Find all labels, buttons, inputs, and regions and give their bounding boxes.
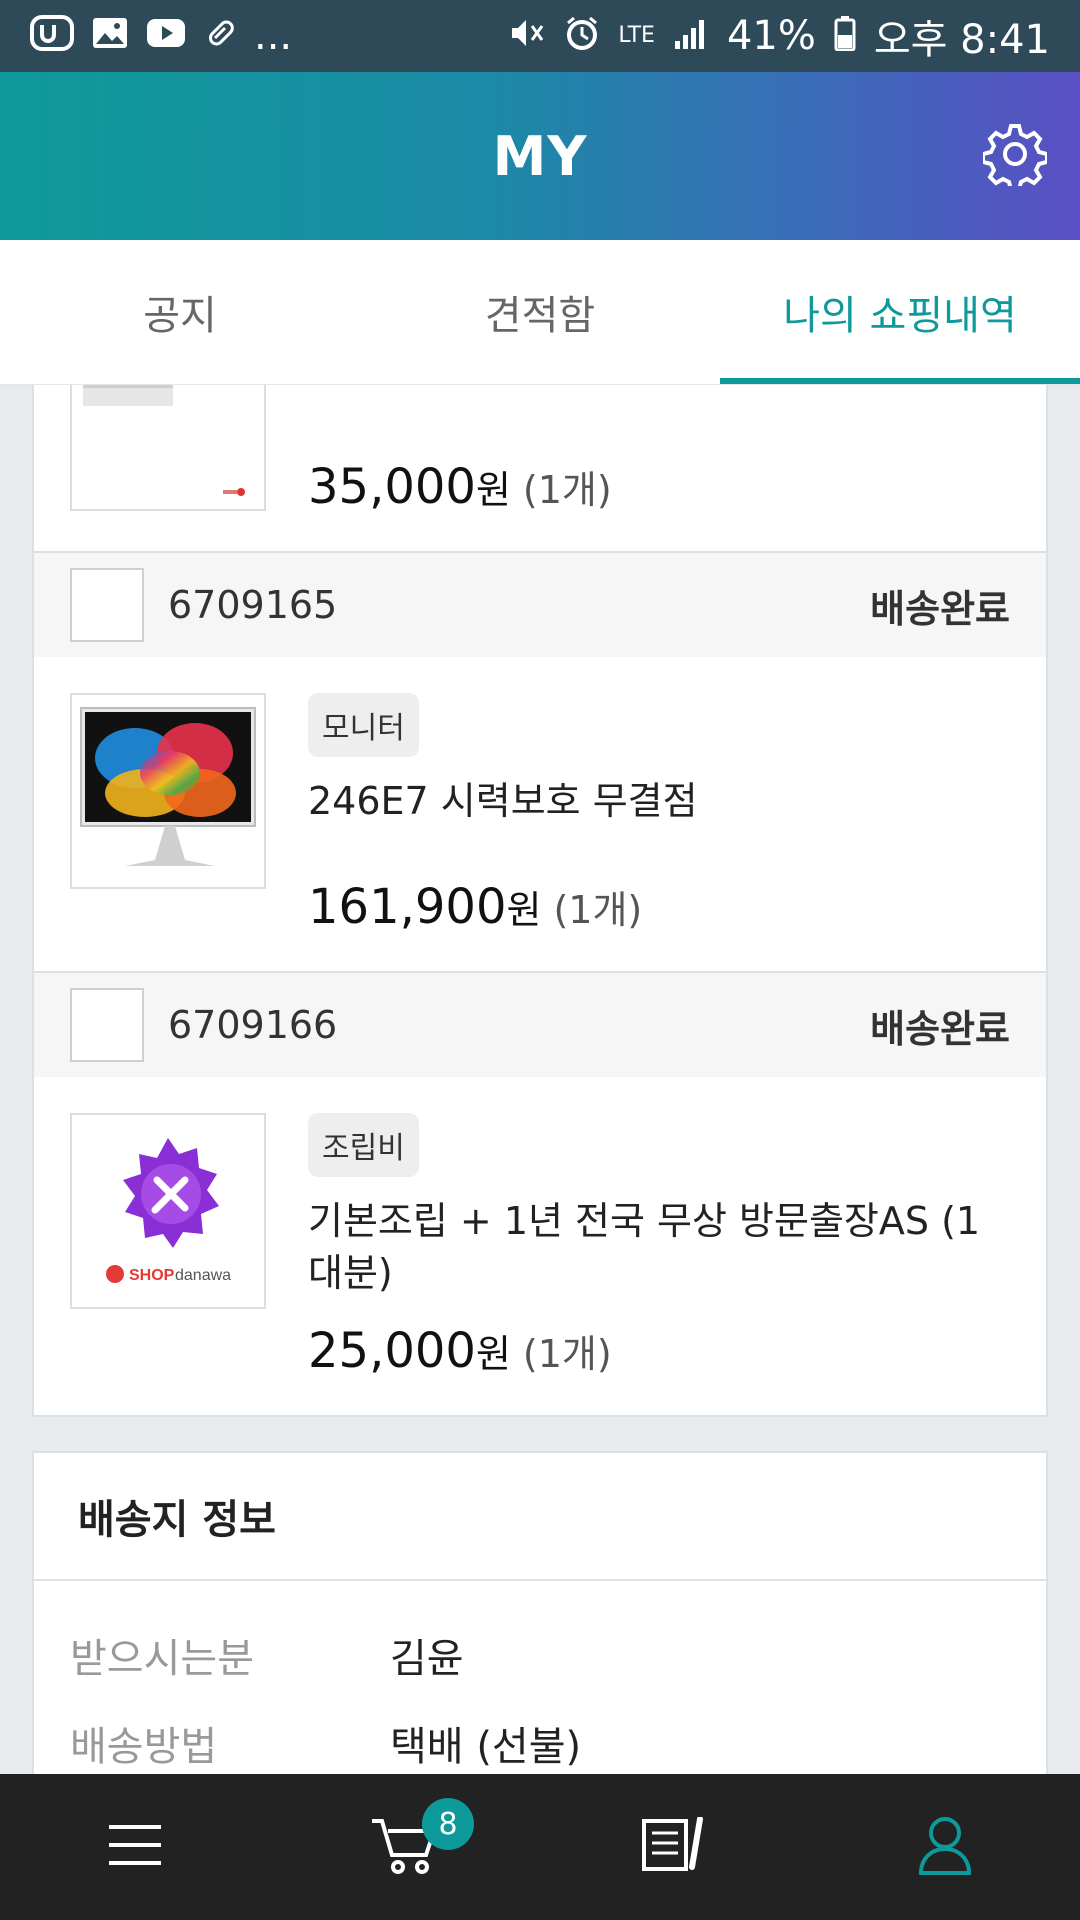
signal-icon [673,17,709,56]
order-status: 배송완료 [870,1006,1010,1051]
clock: 오후 8:41 [873,17,1050,63]
recipient-label: 받으시는분 [70,1636,254,1682]
item-info: 모니터 246E7 시력보호 무결점 161,900 원 (1개) [308,693,1010,935]
app-notification-icon [30,14,74,58]
price-row: 25,000 원 (1개) [308,1323,1010,1379]
order-status: 배송완료 [870,586,1010,631]
item-name[interactable]: 기본조립 + 1년 전국 무상 방문출장AS (1대분) [308,1195,1010,1299]
alarm-icon [564,15,600,58]
status-bar: ... LTE 41% 오후 8:41 [0,0,1080,72]
status-right: LTE 41% 오후 8:41 [508,7,1050,65]
assembly-service-image: SHOP danawa [106,1138,231,1284]
recipient-row: 받으시는분 김윤 [70,1611,1010,1699]
mute-vibrate-icon [508,16,546,57]
item-quantity: (1개) [522,1332,612,1376]
menu-icon [109,1823,161,1871]
nav-cart-button[interactable]: 8 [270,1774,540,1920]
order-card: 35,000 원 (1개) 6709165 배송완료 모니터 246E7 시력보… [32,385,1048,1417]
product-thumbnail [70,385,266,511]
youtube-icon [146,18,186,55]
order-header: 6709165 배송완료 [34,551,1046,657]
order-checkbox[interactable] [70,568,144,642]
order-item[interactable]: 모니터 246E7 시력보호 무결점 161,900 원 (1개) [34,657,1046,971]
delivery-method-value: 택배 (선불) [390,1724,582,1770]
order-item[interactable]: SHOP danawa 조립비 기본조립 + 1년 전국 무상 방문출장AS (… [34,1077,1046,1415]
item-price: 25,000 [308,1323,476,1379]
svg-text:SHOP: SHOP [129,1267,175,1284]
nav-my-button[interactable] [810,1774,1080,1920]
shipping-info-card: 배송지 정보 받으시는분 김윤 배송방법 택배 (선불) [32,1451,1048,1775]
item-info: 35,000 원 (1개) [308,385,1010,515]
category-badge: 모니터 [308,693,419,757]
item-price: 35,000 [308,459,476,515]
bottom-nav: 8 [0,1774,1080,1920]
page-title: MY [492,124,588,188]
currency-label: 원 [475,468,511,512]
settings-button[interactable] [980,121,1050,192]
shipping-info-title: 배송지 정보 [34,1453,1046,1581]
delivery-method-row: 배송방법 택배 (선불) [70,1699,1010,1775]
order-number: 6709166 [168,1003,338,1047]
tab-shopping-history[interactable]: 나의 쇼핑내역 [720,240,1080,384]
currency-label: 원 [506,888,542,932]
network-type: LTE [618,23,655,48]
category-badge: 조립비 [308,1113,419,1177]
monitor-image [80,707,256,866]
order-number: 6709165 [168,583,338,627]
order-header: 6709166 배송완료 [34,971,1046,1077]
product-thumbnail [70,693,266,889]
pill-icon [204,17,236,56]
currency-label: 원 [475,1332,511,1376]
recipient-value: 김윤 [390,1636,464,1682]
gear-icon [981,122,1049,192]
delivery-method-label: 배송방법 [70,1724,218,1770]
status-left: ... [30,13,292,59]
image-icon [92,17,128,56]
price-row: 35,000 원 (1개) [308,459,1010,515]
more-notifications: ... [254,13,293,59]
tab-notice[interactable]: 공지 [0,240,360,384]
app-header: MY [0,72,1080,240]
cart-count-badge: 8 [422,1798,474,1850]
item-name[interactable]: 246E7 시력보호 무결점 [308,775,1010,827]
price-row: 161,900 원 (1개) [308,879,1010,935]
tab-quotes[interactable]: 견적함 [360,240,720,384]
order-item[interactable]: 35,000 원 (1개) [34,385,1046,551]
svg-text:danawa: danawa [175,1267,231,1284]
notes-icon [640,1816,710,1877]
item-quantity: (1개) [553,888,643,932]
user-icon [917,1815,973,1879]
nav-menu-button[interactable] [0,1774,270,1920]
product-thumbnail: SHOP danawa [70,1113,266,1309]
order-checkbox[interactable] [70,988,144,1062]
tab-bar: 공지 견적함 나의 쇼핑내역 [0,240,1080,385]
shipping-info-rows: 받으시는분 김윤 배송방법 택배 (선불) [34,1581,1046,1775]
shopping-history-list[interactable]: 35,000 원 (1개) 6709165 배송완료 모니터 246E7 시력보… [32,385,1048,1775]
item-info: 조립비 기본조립 + 1년 전국 무상 방문출장AS (1대분) 25,000 … [308,1113,1010,1379]
item-price: 161,900 [308,879,507,935]
nav-notes-button[interactable] [540,1774,810,1920]
item-quantity: (1개) [522,468,612,512]
battery-percent: 41% [726,13,816,59]
battery-icon [834,15,856,58]
